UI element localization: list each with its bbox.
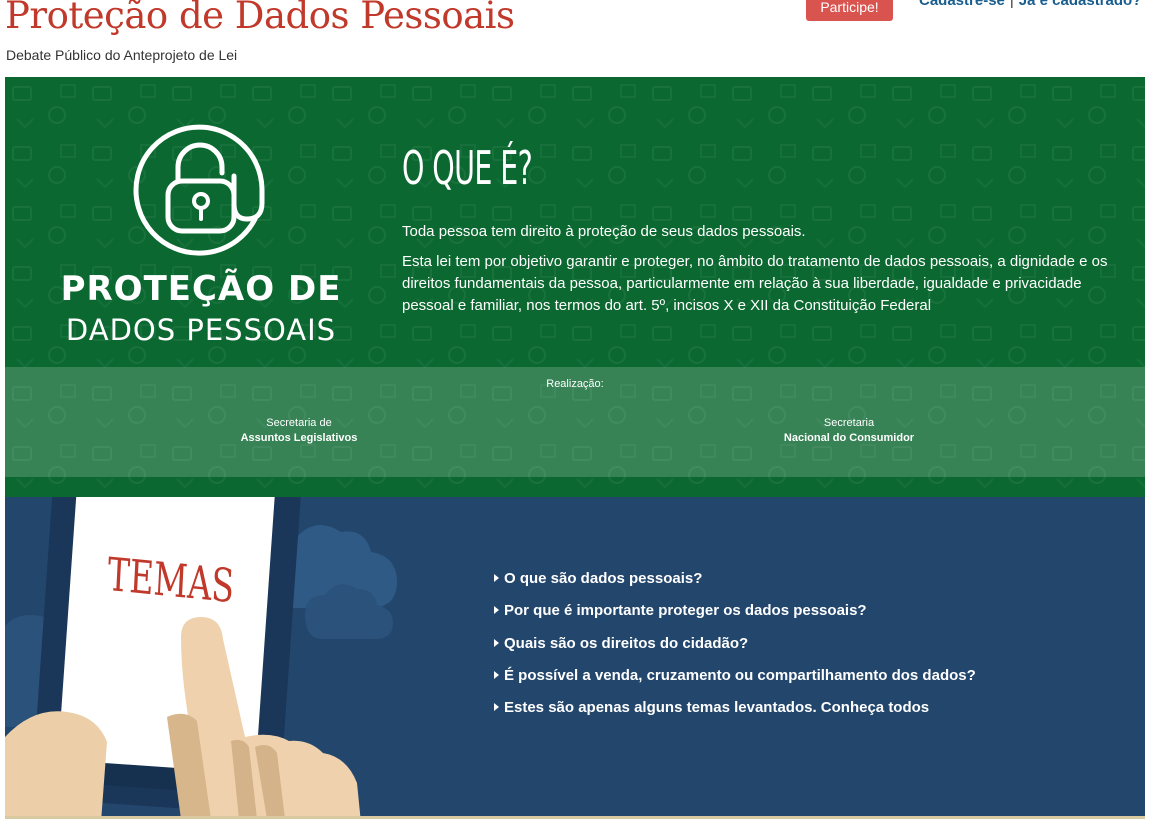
intro-paragraph-2: Esta lei tem por objetivo garantir e pro…: [402, 253, 1108, 314]
tema-item[interactable]: Por que é importante proteger os dados p…: [494, 602, 976, 634]
tema-item-label: O que são dados pessoais?: [504, 570, 703, 587]
intro-banner: PROTEÇÃO DE DADOS PESSOAIS O QUE É? Toda…: [5, 77, 1145, 497]
intro-paragraph-1: Toda pessoa tem direito à proteção de se…: [402, 223, 806, 240]
org-assuntos-legislativos[interactable]: Secretaria de Assuntos Legislativos: [169, 416, 429, 446]
realizacao-label: Realização:: [546, 378, 604, 390]
logo-text-line1: PROTEÇÃO DE: [60, 269, 342, 309]
phone-hand-illustration: [5, 497, 397, 819]
temas-banner: TEMAS O que são dados pessoais? Por que …: [5, 497, 1145, 819]
org-nacional-consumidor[interactable]: Secretaria Nacional do Consumidor: [719, 416, 979, 446]
padlock-at-icon: [133, 124, 265, 256]
tema-item[interactable]: É possível a venda, cruzamento ou compar…: [494, 667, 976, 699]
participe-button[interactable]: Participe!: [806, 0, 893, 21]
temas-list: O que são dados pessoais? Por que é impo…: [494, 570, 976, 731]
org1-line1: Secretaria de: [266, 417, 332, 429]
login-link[interactable]: Já é cadastrado?: [1019, 0, 1142, 9]
caret-right-icon: [494, 606, 499, 615]
tema-item-label: É possível a venda, cruzamento ou compar…: [504, 666, 976, 684]
caret-right-icon: [494, 703, 499, 712]
logo: PROTEÇÃO DE DADOS PESSOAIS: [5, 77, 405, 367]
link-separator: |: [1009, 0, 1014, 9]
site-subtitle: Debate Público do Anteprojeto de Lei: [6, 47, 238, 63]
tema-item[interactable]: O que são dados pessoais?: [494, 570, 976, 602]
cadastre-link[interactable]: Cadastre-se: [919, 0, 1005, 9]
org2-line2: Nacional do Consumidor: [783, 432, 915, 444]
logo-text-line2: DADOS PESSOAIS: [65, 313, 337, 347]
tema-item[interactable]: Estes são apenas alguns temas levantados…: [494, 699, 976, 731]
org2-line1: Secretaria: [823, 417, 875, 429]
auth-links: Cadastre-se | Já é cadastrado?: [919, 0, 1141, 9]
oque-heading: O QUE É?: [402, 141, 533, 195]
org1-line2: Assuntos Legislativos: [240, 432, 358, 444]
site-title[interactable]: Proteção de Dados Pessoais: [5, 0, 515, 37]
tema-item-label: Quais são os direitos do cidadão?: [504, 634, 749, 652]
caret-right-icon: [494, 670, 499, 679]
tema-item[interactable]: Quais são os direitos do cidadão?: [494, 635, 976, 667]
caret-right-icon: [494, 638, 499, 647]
tema-item-label: Estes são apenas alguns temas levantados…: [504, 699, 930, 717]
caret-right-icon: [494, 574, 499, 582]
realizacao-strip: Realização: Secretaria de Assuntos Legis…: [5, 367, 1145, 477]
tema-item-label: Por que é importante proteger os dados p…: [504, 602, 867, 620]
